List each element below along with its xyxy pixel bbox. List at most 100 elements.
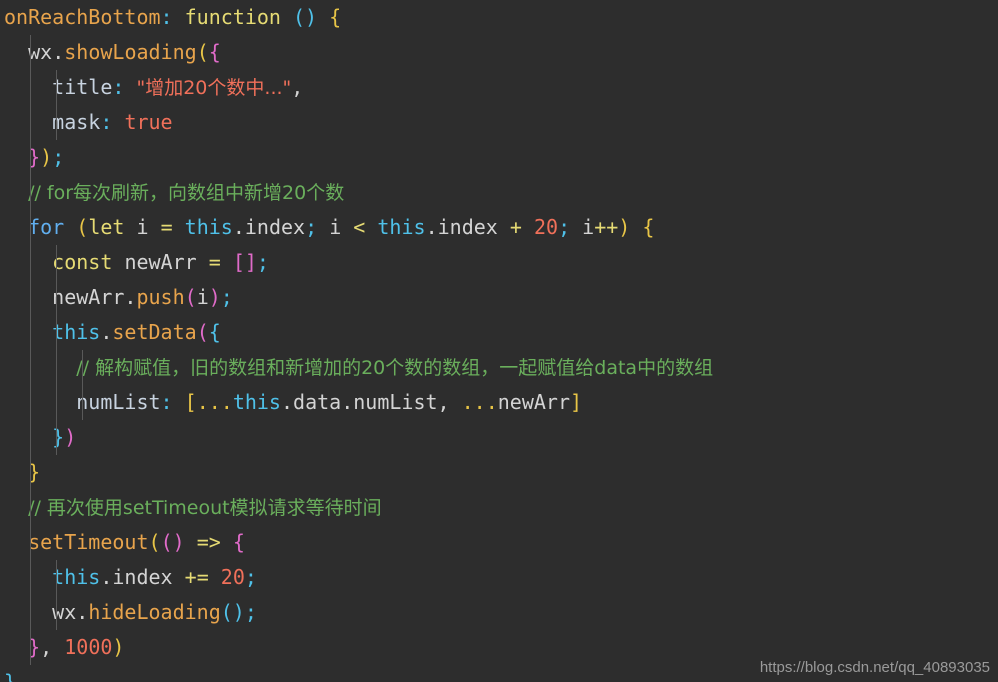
indent-guide: [30, 105, 31, 140]
indent-guide: [56, 315, 57, 350]
token-property: index: [437, 215, 498, 239]
token-colon: :: [100, 110, 113, 134]
token-operator-plus: +: [509, 215, 522, 239]
token-semicolon: ;: [558, 215, 571, 239]
token-paren-open: (: [148, 530, 161, 554]
token-boolean: true: [124, 110, 173, 134]
token-brace-close: }: [4, 670, 17, 682]
code-line: this.setData({: [0, 315, 713, 350]
code-line: });: [0, 140, 713, 175]
token-parens: (): [220, 600, 245, 624]
token-dot: .: [232, 215, 245, 239]
indent-guide: [30, 35, 31, 70]
token-property-key: numList: [76, 390, 161, 414]
token-property: data: [293, 390, 342, 414]
indent-guide: [30, 140, 31, 175]
token-comment: // 解构赋值，旧的数组和新增加的20个数的数组，一起赋值给data中的数组: [76, 357, 714, 379]
code-block[interactable]: onReachBottom: function () { wx.showLoad…: [0, 0, 713, 682]
token-operator-assign: =: [160, 215, 173, 239]
code-line: numList: [...this.data.numList, ...newAr…: [0, 385, 713, 420]
token-brace-open: {: [642, 215, 655, 239]
code-line: // for每次刷新，向数组中新增20个数: [0, 175, 713, 210]
token-semicolon: ;: [305, 215, 318, 239]
code-line: }, 1000): [0, 630, 713, 665]
token-operator-plus-assign: +=: [184, 565, 209, 589]
indent-guide: [56, 280, 57, 315]
token-property: index: [112, 565, 173, 589]
code-line: wx.showLoading({: [0, 35, 713, 70]
code-line: mask: true: [0, 105, 713, 140]
token-paren-close: ): [112, 635, 125, 659]
token-string: "增加20个数中...": [136, 77, 292, 99]
code-line: newArr.push(i);: [0, 280, 713, 315]
token-variable: i: [136, 215, 149, 239]
token-paren-close: ): [618, 215, 631, 239]
token-method: setData: [112, 320, 197, 344]
indent-guide: [56, 245, 57, 280]
code-line: // 解构赋值，旧的数组和新增加的20个数的数组，一起赋值给data中的数组: [0, 350, 713, 385]
code-line: onReachBottom: function () {: [0, 0, 713, 35]
token-semicolon: ;: [244, 565, 257, 589]
token-operator-assign: =: [208, 250, 221, 274]
token-this: this: [184, 215, 233, 239]
code-line: }: [0, 455, 713, 490]
indent-guide: [30, 420, 31, 455]
token-variable: newArr: [497, 390, 571, 414]
token-method: showLoading: [64, 40, 197, 64]
code-line: }: [0, 665, 713, 682]
token-arrow-params: (): [160, 530, 185, 554]
code-line: }): [0, 420, 713, 455]
token-paren-close: ): [208, 285, 221, 309]
code-line: title: "增加20个数中...",: [0, 70, 713, 105]
token-comment: // for每次刷新，向数组中新增20个数: [28, 182, 345, 204]
token-function-name: onReachBottom: [4, 5, 161, 29]
token-brace-open: {: [208, 320, 221, 344]
token-keyword-const: const: [52, 250, 113, 274]
code-line: for (let i = this.index; i < this.index …: [0, 210, 713, 245]
token-property-key: title: [52, 75, 113, 99]
code-editor-screenshot: onReachBottom: function () { wx.showLoad…: [0, 0, 998, 682]
token-paren-open: (: [196, 320, 209, 344]
token-dot: .: [76, 600, 89, 624]
token-comma: ,: [437, 390, 450, 414]
token-number: 20: [533, 215, 559, 239]
token-brace-open: {: [329, 5, 342, 29]
token-comment: // 再次使用setTimeout模拟请求等待时间: [28, 497, 382, 519]
token-method: hideLoading: [88, 600, 221, 624]
indent-guide: [30, 490, 31, 525]
token-bracket-open: [: [184, 390, 197, 414]
token-brace-close: }: [52, 425, 65, 449]
token-comma: ,: [40, 635, 53, 659]
indent-guide: [30, 280, 31, 315]
indent-guide: [30, 455, 31, 490]
token-spread-operator: ...: [461, 390, 498, 414]
indent-guide: [82, 350, 83, 385]
token-property: index: [244, 215, 306, 239]
